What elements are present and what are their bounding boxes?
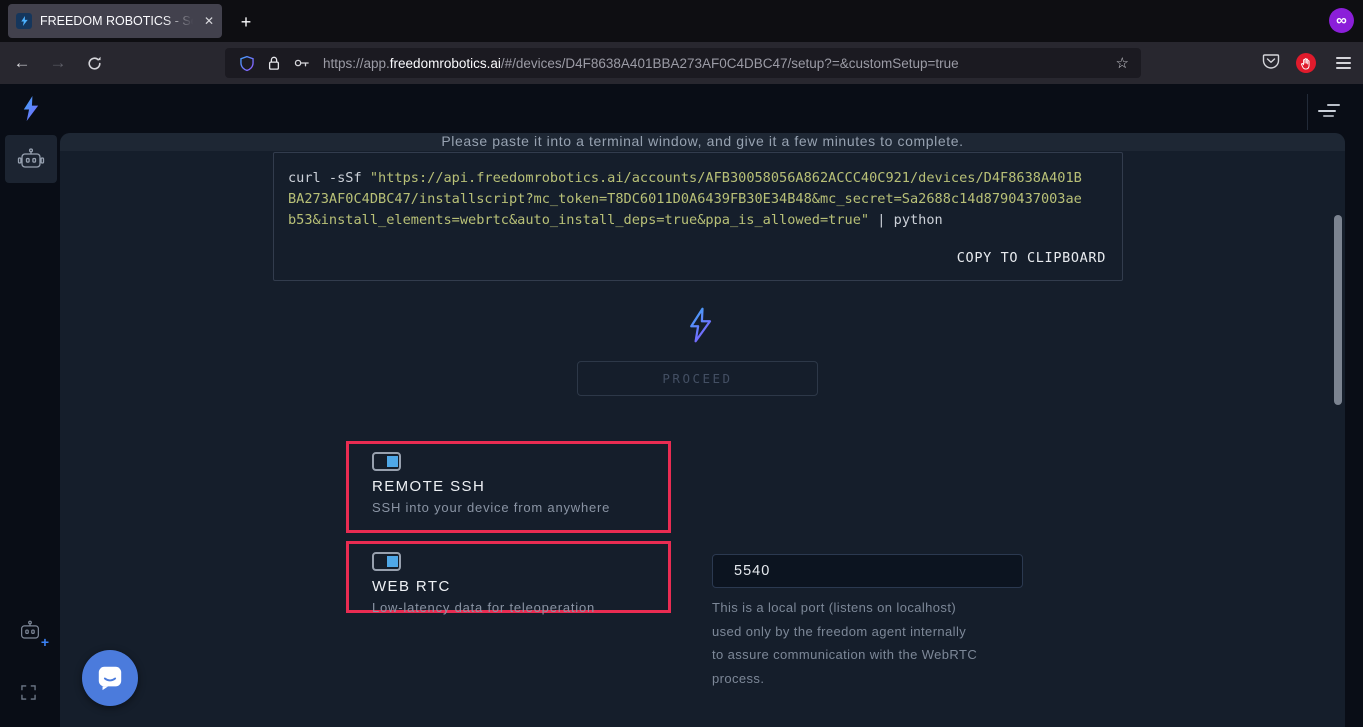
plus-icon: + (40, 634, 49, 650)
web-rtc-title: WEB RTC (372, 578, 451, 595)
app-menu-icon[interactable] (1318, 102, 1344, 119)
new-tab-button[interactable]: + (233, 9, 259, 35)
sidebar-item-devices[interactable] (5, 135, 57, 183)
robot-add-icon (21, 620, 39, 639)
url-bar[interactable]: https://app.freedomrobotics.ai/#/devices… (225, 48, 1141, 78)
port-help-line: to assure communication with the WebRTC (712, 647, 978, 662)
saved-login-key-icon[interactable] (293, 56, 311, 70)
freedom-robotics-logo-bolt-icon (19, 95, 42, 127)
install-script-codeblock: curl -sSf "https://api.freedomrobotics.a… (273, 152, 1123, 281)
tab-favicon-bolt-icon (16, 13, 32, 29)
tab-bar: FREEDOM ROBOTICS - Se ✕ + ∞ (0, 0, 1363, 42)
bookmark-star-icon[interactable]: ☆ (1112, 54, 1133, 72)
sidebar-add-device-button[interactable]: + (17, 620, 49, 650)
webrtc-port-input[interactable] (712, 554, 1023, 588)
blocker-extension-hand-icon[interactable] (1296, 53, 1316, 73)
port-help-line: process. (712, 670, 765, 686)
web-rtc-subtitle: Low-latency data for teleoperation (372, 600, 596, 615)
sidebar-expand-button[interactable] (21, 685, 36, 705)
checkbox-checked-fill (387, 556, 398, 567)
robot-icon (17, 147, 45, 168)
remote-ssh-option[interactable]: REMOTE SSH SSH into your device from any… (346, 441, 671, 533)
port-help-text: This is a local port (listens on localho… (712, 596, 1042, 690)
chat-bubble-icon (98, 666, 122, 691)
web-rtc-option[interactable]: WEB RTC Low-latency data for teleoperati… (346, 541, 671, 615)
setup-panel: Please paste it into a terminal window, … (60, 133, 1345, 727)
clipped-instruction-row: Please paste it into a terminal window, … (60, 133, 1345, 151)
panel-scrollbar[interactable] (1334, 215, 1342, 405)
header-divider (1307, 94, 1308, 130)
forward-button[interactable]: → (44, 49, 72, 77)
app-area: + Please paste it into a terminal window… (0, 84, 1363, 727)
web-rtc-checkbox[interactable] (372, 552, 401, 571)
remote-ssh-title: REMOTE SSH (372, 478, 486, 495)
reload-button[interactable] (80, 49, 108, 77)
remote-ssh-checkbox[interactable] (372, 452, 401, 471)
install-command: curl -sSf "https://api.freedomrobotics.a… (288, 170, 1082, 228)
url-path: /#/devices/D4F8638A401BBA273AF0C4DBC47/s… (500, 55, 959, 71)
url-input[interactable]: https://app.freedomrobotics.ai/#/devices… (323, 56, 1112, 71)
browser-window: FREEDOM ROBOTICS - Se ✕ + ∞ ← → https://… (0, 0, 1363, 727)
fullscreen-icon (21, 685, 36, 700)
url-domain: freedomrobotics.ai (389, 55, 501, 71)
private-browsing-badge-icon: ∞ (1329, 8, 1354, 33)
back-button[interactable]: ← (8, 49, 36, 77)
proceed-button[interactable]: PROCEED (577, 361, 818, 396)
tab-title: FREEDOM ROBOTICS - Se (40, 14, 198, 28)
intercom-chat-button[interactable] (82, 650, 138, 706)
remote-ssh-subtitle: SSH into your device from anywhere (372, 500, 611, 515)
lock-icon[interactable] (267, 55, 281, 71)
browser-menu-icon[interactable] (1332, 53, 1355, 73)
pocket-icon[interactable] (1262, 52, 1280, 75)
loading-bolt-icon (678, 303, 722, 347)
instruction-text: Please paste it into a terminal window, … (441, 133, 964, 149)
port-help-line: This is a local port (listens on localho… (712, 600, 957, 615)
toolbar-extensions (1262, 48, 1355, 78)
copy-to-clipboard-button[interactable]: COPY TO CLIPBOARD (957, 248, 1106, 269)
tab-close-icon[interactable]: ✕ (204, 14, 214, 28)
tracking-protection-shield-icon[interactable] (239, 55, 255, 72)
url-prefix: https://app. (323, 55, 390, 71)
port-help-line: used only by the freedom agent internall… (712, 623, 967, 639)
checkbox-checked-fill (387, 456, 398, 467)
tab-freedom-robotics[interactable]: FREEDOM ROBOTICS - Se ✕ (8, 4, 222, 38)
